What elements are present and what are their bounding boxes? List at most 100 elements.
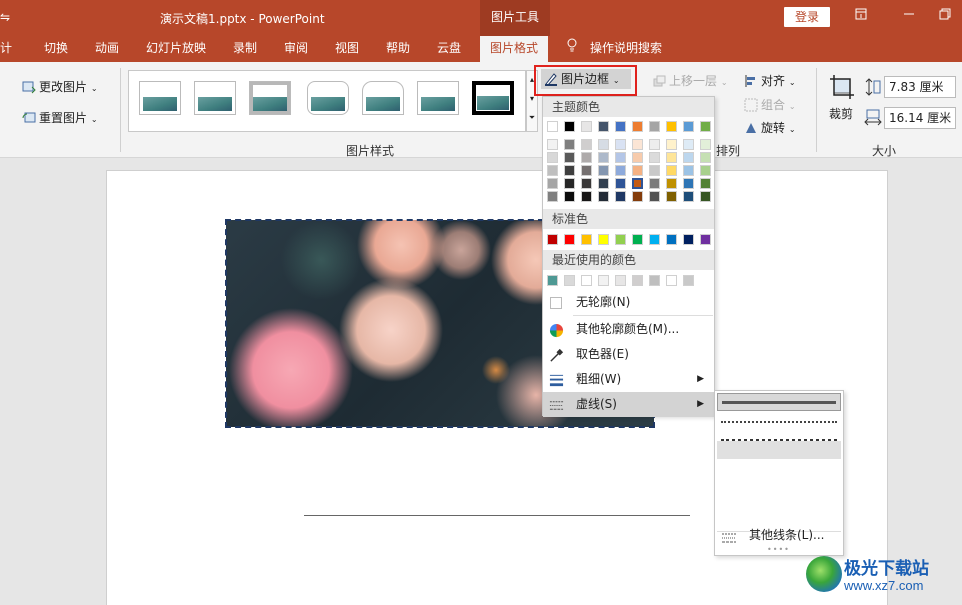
weight-item[interactable]: 粗细(W) ▶ [543, 367, 714, 392]
theme-shade-swatch[interactable] [564, 152, 575, 163]
standard-color-swatch[interactable] [632, 234, 643, 245]
theme-color-swatch[interactable] [632, 121, 643, 132]
recent-color-swatch[interactable] [547, 275, 558, 286]
theme-shade-swatch[interactable] [615, 139, 626, 150]
theme-shade-swatch[interactable] [547, 152, 558, 163]
gallery-more-icon[interactable]: ⏷ [527, 109, 537, 127]
reset-picture-button[interactable]: 重置图片 ⌄ [22, 109, 98, 126]
ribbon-display-icon[interactable] [850, 6, 872, 28]
tab-view[interactable]: 视图 [335, 36, 359, 62]
style-thumb[interactable] [139, 81, 181, 115]
theme-shade-swatch[interactable] [683, 165, 694, 176]
tab-animations[interactable]: 动画 [95, 36, 119, 62]
theme-shade-swatch[interactable] [547, 139, 558, 150]
recent-color-swatch[interactable] [615, 275, 626, 286]
standard-color-swatch[interactable] [581, 234, 592, 245]
rotate-button[interactable]: 旋转 ⌄ [744, 119, 796, 136]
theme-color-swatch[interactable] [581, 121, 592, 132]
tell-me-search[interactable]: 操作说明搜索 [566, 36, 662, 62]
theme-shade-swatch[interactable] [632, 165, 643, 176]
style-thumb[interactable] [417, 81, 459, 115]
style-thumb[interactable] [472, 81, 514, 115]
more-outline-colors-item[interactable]: 其他轮廓颜色(M)... [543, 317, 714, 342]
dash-long-dash[interactable] [717, 477, 841, 495]
theme-shade-swatch[interactable] [598, 165, 609, 176]
theme-shade-swatch[interactable] [564, 139, 575, 150]
theme-shade-swatch[interactable] [632, 152, 643, 163]
recent-color-swatch[interactable] [581, 275, 592, 286]
tab-record[interactable]: 录制 [233, 36, 257, 62]
theme-shade-swatch[interactable] [700, 178, 711, 189]
theme-shade-swatch[interactable] [666, 178, 677, 189]
dashes-item[interactable]: 虚线(S) ▶ [543, 392, 714, 417]
theme-shade-swatch[interactable] [632, 191, 643, 202]
restore-icon[interactable] [934, 6, 956, 28]
theme-shade-swatch[interactable] [632, 178, 643, 189]
tab-transitions[interactable]: 切换 [44, 36, 68, 62]
group-button[interactable]: 组合 ⌄ [744, 96, 796, 113]
crop-icon[interactable] [829, 74, 855, 100]
standard-color-swatch[interactable] [615, 234, 626, 245]
theme-shade-swatch[interactable] [649, 178, 660, 189]
theme-shade-swatch[interactable] [581, 178, 592, 189]
theme-shade-swatch[interactable] [700, 191, 711, 202]
crop-button[interactable]: 裁剪 [829, 105, 853, 122]
theme-shade-swatch[interactable] [615, 191, 626, 202]
theme-shade-swatch[interactable] [598, 139, 609, 150]
dash-dash-dot[interactable] [717, 459, 841, 477]
dash-dash[interactable] [717, 441, 841, 459]
standard-color-swatch[interactable] [666, 234, 677, 245]
theme-color-swatch[interactable] [700, 121, 711, 132]
bring-forward-button[interactable]: 上移一层 ⌄ [652, 72, 728, 89]
no-outline-item[interactable]: 无轮廓(N) [543, 290, 714, 315]
theme-color-swatch[interactable] [615, 121, 626, 132]
slide-line[interactable] [304, 515, 690, 516]
tab-help[interactable]: 帮助 [386, 36, 410, 62]
recent-color-swatch[interactable] [632, 275, 643, 286]
theme-shade-swatch[interactable] [700, 139, 711, 150]
standard-color-swatch[interactable] [564, 234, 575, 245]
theme-shade-swatch[interactable] [615, 178, 626, 189]
standard-color-swatch[interactable] [649, 234, 660, 245]
theme-shade-swatch[interactable] [666, 139, 677, 150]
theme-shade-swatch[interactable] [547, 191, 558, 202]
theme-shade-swatch[interactable] [615, 152, 626, 163]
standard-color-swatch[interactable] [683, 234, 694, 245]
theme-color-swatch[interactable] [666, 121, 677, 132]
theme-shade-swatch[interactable] [615, 165, 626, 176]
style-thumb[interactable] [362, 81, 404, 115]
theme-shade-swatch[interactable] [683, 139, 694, 150]
style-thumb[interactable] [249, 81, 291, 115]
height-field[interactable]: 7.83 厘米 [884, 76, 956, 98]
minimize-icon[interactable] [898, 6, 920, 28]
theme-shade-swatch[interactable] [581, 152, 592, 163]
dash-round-dot[interactable] [717, 413, 841, 431]
standard-color-swatch[interactable] [700, 234, 711, 245]
tab-picture-format[interactable]: 图片格式 [480, 36, 549, 62]
width-field[interactable]: 16.14 厘米 [884, 107, 956, 129]
theme-shade-swatch[interactable] [581, 165, 592, 176]
theme-shade-swatch[interactable] [683, 191, 694, 202]
recent-color-swatch[interactable] [683, 275, 694, 286]
more-lines-item[interactable]: 其他线条(L)... [717, 525, 841, 545]
tab-cloud[interactable]: 云盘 [437, 36, 461, 62]
theme-shade-swatch[interactable] [683, 178, 694, 189]
login-button[interactable]: 登录 [784, 7, 830, 27]
theme-shade-swatch[interactable] [649, 152, 660, 163]
theme-shade-swatch[interactable] [683, 152, 694, 163]
theme-shade-swatch[interactable] [581, 191, 592, 202]
tab-design[interactable]: 计 [0, 36, 12, 62]
theme-shade-swatch[interactable] [666, 191, 677, 202]
recent-color-swatch[interactable] [666, 275, 677, 286]
theme-shade-swatch[interactable] [564, 165, 575, 176]
resize-grip-icon[interactable]: •••• [767, 545, 790, 554]
theme-shade-swatch[interactable] [649, 165, 660, 176]
theme-color-swatch[interactable] [683, 121, 694, 132]
theme-color-swatch[interactable] [598, 121, 609, 132]
recent-color-swatch[interactable] [598, 275, 609, 286]
style-thumb[interactable] [194, 81, 236, 115]
theme-color-swatch[interactable] [564, 121, 575, 132]
tab-slideshow[interactable]: 幻灯片放映 [146, 36, 206, 62]
tab-review[interactable]: 审阅 [284, 36, 308, 62]
theme-shade-swatch[interactable] [666, 165, 677, 176]
